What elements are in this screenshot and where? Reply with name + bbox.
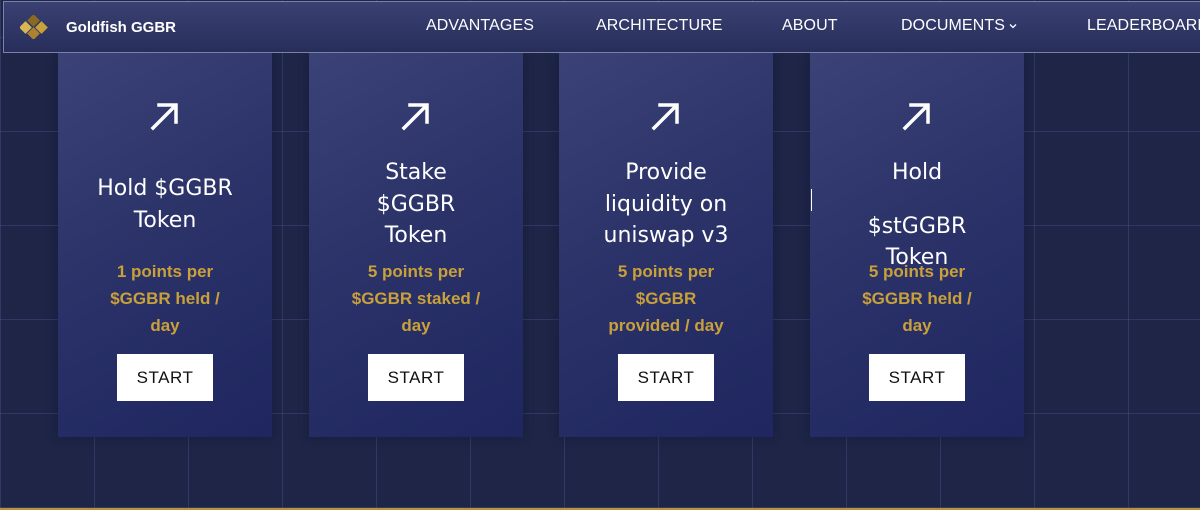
card-points: 5 points per $GGBR provided / day <box>559 258 773 339</box>
card-points-line: 5 points per <box>617 262 715 281</box>
card-title-line-text: Hold <box>891 160 943 185</box>
card-points-line: provided / day <box>608 316 724 335</box>
card-points-line: $GGBR staked / <box>351 289 481 308</box>
card-points: 1 points per $GGBR held / day <box>58 258 272 339</box>
card-points-line: 1 points per <box>116 262 214 281</box>
card-points: 5 points per $GGBR held / day <box>810 258 1024 339</box>
start-button[interactable]: START <box>869 354 965 401</box>
card-points: 5 points per $GGBR staked / day <box>309 258 523 339</box>
card-title-line: uniswap v3 <box>603 223 729 248</box>
card-points-line: $GGBR held / <box>862 289 972 308</box>
card-title: Hold $stGGBR Token <box>810 157 1024 274</box>
card-points-line: 5 points per <box>367 262 465 281</box>
card-title-line: Hold $GGBR <box>97 176 233 201</box>
card-title-line: Token <box>384 223 448 248</box>
nav-links: ADVANTAGES ARCHITECTURE ABOUT DOCUMENTS … <box>4 2 1200 52</box>
card-points-line: day <box>902 316 932 335</box>
nav-link-documents-label: DOCUMENTS <box>901 17 1006 34</box>
arrow-up-right-icon <box>651 103 679 131</box>
card-title: Stake $GGBR Token <box>309 157 523 252</box>
card-title-line: Token <box>133 207 197 233</box>
card-title: Provide liquidity on uniswap v3 <box>559 157 773 252</box>
card-title-line: liquidity on <box>604 191 728 217</box>
card-points-line: day <box>150 316 180 335</box>
arrow-up-right-icon <box>902 103 930 131</box>
points-card-stake-ggbr: Stake $GGBR Token 5 points per $GGBR sta… <box>309 53 523 437</box>
arrow-up-right-icon <box>150 103 178 131</box>
points-card-hold-stggbr: Hold $stGGBR Token 5 points per $GGBR he… <box>810 53 1024 437</box>
card-points-line: $GGBR <box>635 289 697 308</box>
arrow-up-right-icon <box>401 103 429 131</box>
chevron-down-icon <box>1009 23 1017 29</box>
nav-link-about[interactable]: ABOUT <box>782 17 838 35</box>
nav-link-leaderboard[interactable]: LEADERBOARD <box>1087 17 1200 35</box>
card-title: Hold $GGBR Token <box>58 173 272 236</box>
card-title-line: $GGBR <box>376 191 456 217</box>
start-button[interactable]: START <box>117 354 213 401</box>
points-card-provide-liquidity: Provide liquidity on uniswap v3 5 points… <box>559 53 773 437</box>
nav-link-architecture[interactable]: ARCHITECTURE <box>596 17 723 35</box>
text-cursor <box>811 188 812 211</box>
card-title-line: Hold <box>810 157 1024 211</box>
top-navbar: Goldfish GGBR ADVANTAGES ARCHITECTURE AB… <box>3 1 1200 53</box>
card-title-line: $stGGBR <box>867 213 967 239</box>
card-points-line: day <box>401 316 431 335</box>
nav-link-documents[interactable]: DOCUMENTS <box>901 17 1017 35</box>
points-card-hold-ggbr: Hold $GGBR Token 1 points per $GGBR held… <box>58 53 272 437</box>
card-title-line: Stake <box>385 160 447 185</box>
start-button[interactable]: START <box>618 354 714 401</box>
card-points-line: 5 points per <box>868 262 966 281</box>
card-points-line: $GGBR held / <box>110 289 220 308</box>
card-title-line: Provide <box>625 160 707 185</box>
nav-link-advantages[interactable]: ADVANTAGES <box>426 17 534 35</box>
start-button[interactable]: START <box>368 354 464 401</box>
